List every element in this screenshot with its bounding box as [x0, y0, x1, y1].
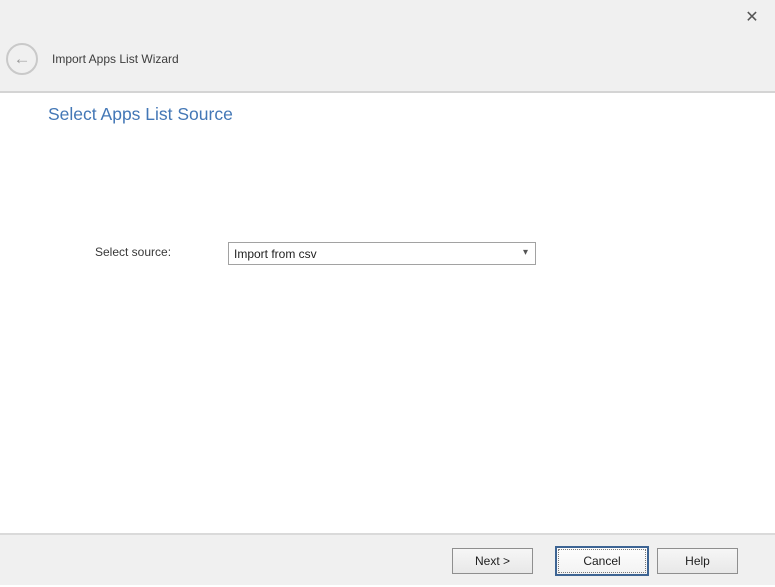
wizard-title: Import Apps List Wizard — [52, 52, 179, 66]
wizard-window: ✕ ← Import Apps List Wizard Select Apps … — [0, 0, 775, 587]
close-button[interactable]: ✕ — [738, 4, 766, 32]
wizard-content: Select Apps List Source Select source: I… — [0, 93, 775, 533]
chevron-down-icon: ▾ — [523, 248, 528, 258]
close-icon: ✕ — [745, 10, 758, 26]
cancel-button[interactable]: Cancel — [555, 546, 649, 576]
next-button[interactable]: Next > — [452, 548, 533, 574]
back-arrow-icon: ← — [14, 50, 31, 67]
source-dropdown[interactable]: Import from csv ▾ — [228, 242, 536, 265]
wizard-header: ✕ ← Import Apps List Wizard — [0, 0, 775, 93]
back-button[interactable]: ← — [6, 43, 38, 75]
cancel-button-label: Cancel — [558, 549, 646, 573]
page-title: Select Apps List Source — [48, 104, 233, 125]
select-source-label: Select source: — [95, 245, 171, 259]
wizard-footer: Next > Cancel Help — [0, 533, 775, 585]
source-dropdown-value: Import from csv — [234, 248, 317, 260]
help-button[interactable]: Help — [657, 548, 738, 574]
